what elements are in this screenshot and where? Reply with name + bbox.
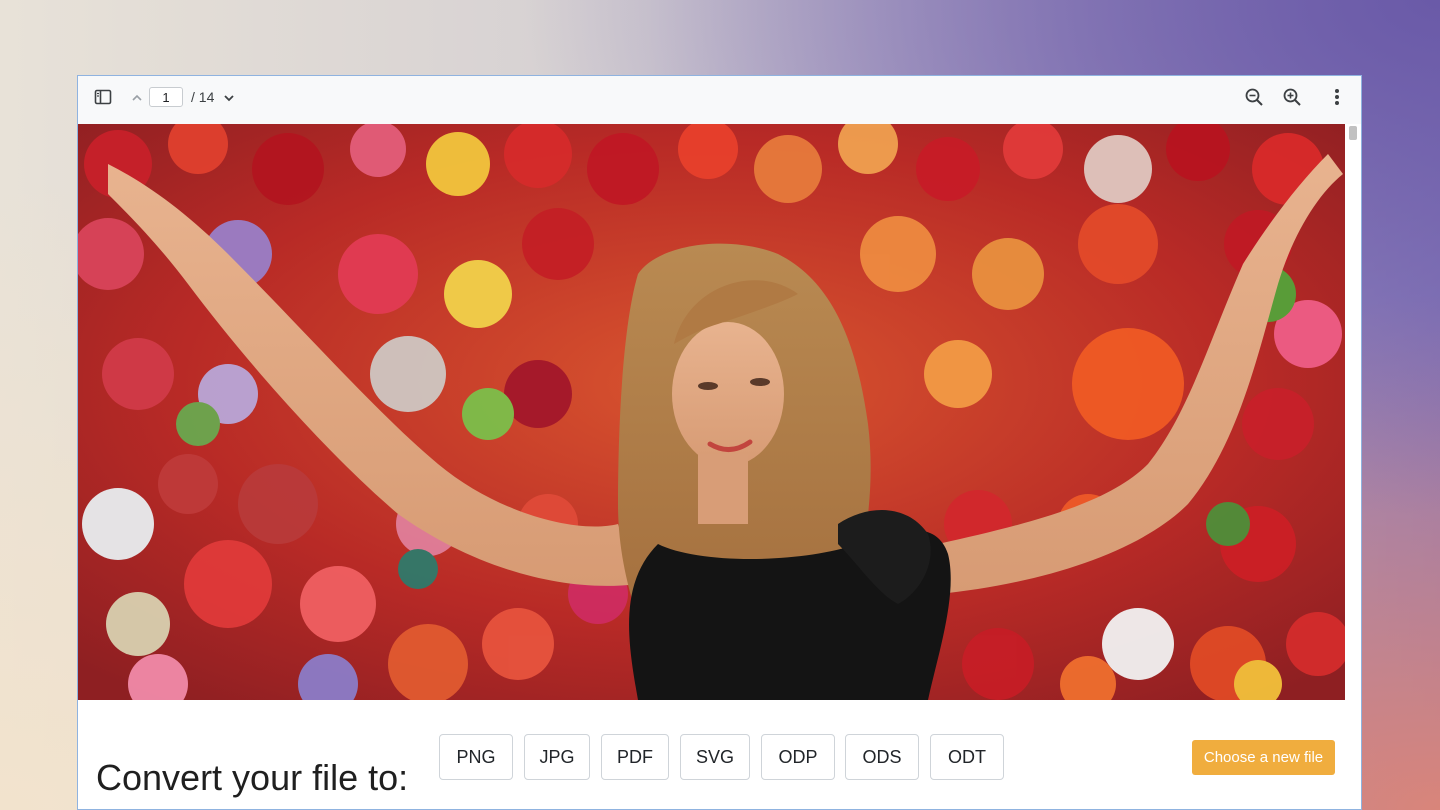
format-button-jpg[interactable]: JPG [524,734,590,780]
sidebar-toggle-icon[interactable] [89,83,117,111]
pdf-viewer-window: 1 / 14 Convert your file to: PNG JPG PDF… [77,75,1362,810]
previous-page-chevron-up-icon[interactable] [123,84,151,112]
format-button-svg[interactable]: SVG [680,734,750,780]
format-button-odp[interactable]: ODP [761,734,835,780]
next-page-chevron-down-icon[interactable] [215,84,243,112]
page-total: / 14 [191,89,215,105]
viewer-toolbar: 1 / 14 [78,76,1361,125]
page-number-input[interactable]: 1 [149,87,183,107]
convert-heading: Convert your file to: [96,757,409,798]
zoom-in-icon[interactable] [1278,83,1306,111]
viewer-scrollbar[interactable] [1345,124,1361,700]
zoom-out-icon[interactable] [1240,83,1268,111]
format-button-odt[interactable]: ODT [930,734,1004,780]
format-button-pdf[interactable]: PDF [601,734,669,780]
photo-woman-flower-wall-icon [78,124,1350,700]
convert-bar: Convert your file to: PNG JPG PDF SVG OD… [78,700,1361,809]
document-page-image [78,124,1361,700]
more-options-icon[interactable] [1323,83,1351,111]
format-button-png[interactable]: PNG [439,734,513,780]
format-button-ods[interactable]: ODS [845,734,919,780]
choose-new-file-button[interactable]: Choose a new file [1192,740,1335,775]
scrollbar-thumb[interactable] [1349,126,1357,140]
